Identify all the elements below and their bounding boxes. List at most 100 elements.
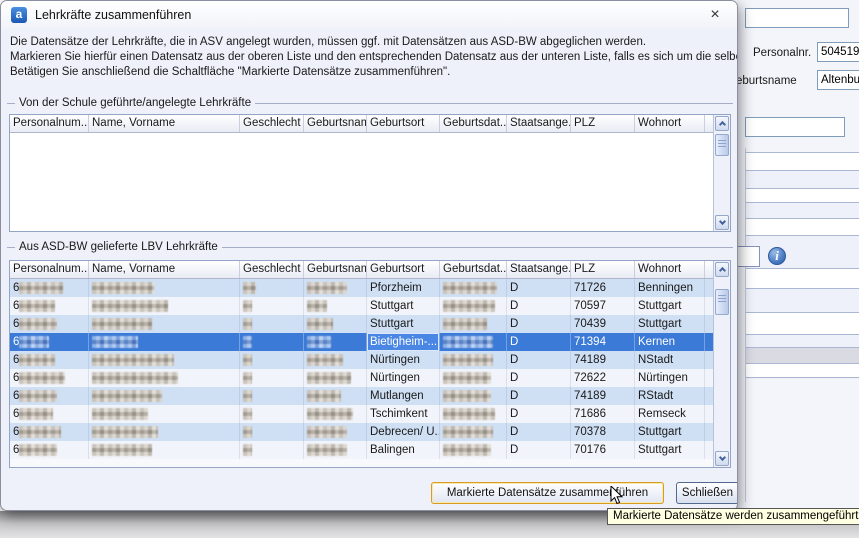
table-cell[interactable]: 71394: [571, 333, 635, 351]
table-cell[interactable]: [440, 441, 507, 459]
table-cell[interactable]: [240, 405, 304, 423]
background-text-field[interactable]: [745, 8, 849, 28]
table-cell[interactable]: 72622: [571, 369, 635, 387]
table-cell[interactable]: [440, 351, 507, 369]
table-cell[interactable]: Tschimkent: [367, 405, 440, 423]
table-cell[interactable]: 71726: [571, 279, 635, 297]
table-cell[interactable]: 6: [10, 333, 89, 351]
merge-records-button[interactable]: Markierte Datensätze zusammenführen: [431, 482, 664, 504]
column-header[interactable]: Geburtsname: [304, 115, 367, 132]
table-cell[interactable]: Stuttgart: [367, 297, 440, 315]
table-cell[interactable]: [89, 387, 240, 405]
table-cell[interactable]: Hanebüchen: [367, 133, 440, 151]
table-cell[interactable]: Debrecen/ U...: [367, 423, 440, 441]
table-cell[interactable]: Balingen: [367, 441, 440, 459]
background-text-field[interactable]: [745, 117, 845, 137]
table-row[interactable]: 6Debrecen/ U...D70378Stuttgart: [10, 423, 715, 441]
table-cell[interactable]: 6: [10, 387, 89, 405]
table-cell[interactable]: Kernen: [635, 333, 705, 351]
table-cell[interactable]: [440, 297, 507, 315]
table-cell[interactable]: NStadt: [635, 351, 705, 369]
scrollbar-thumb[interactable]: [715, 289, 729, 315]
table-cell[interactable]: Nürtingen: [635, 369, 705, 387]
table-cell[interactable]: [89, 441, 240, 459]
table-cell[interactable]: [89, 351, 240, 369]
table-cell[interactable]: [304, 387, 367, 405]
personalnr-field[interactable]: [817, 42, 859, 62]
table-cell[interactable]: [304, 423, 367, 441]
table-cell[interactable]: [240, 333, 304, 351]
table-cell[interactable]: D: [507, 133, 571, 151]
table-cell[interactable]: 6: [10, 369, 89, 387]
table-cell[interactable]: Nürtingen: [367, 369, 440, 387]
table-cell[interactable]: Stuttgart: [635, 423, 705, 441]
table-cell[interactable]: 71686: [571, 405, 635, 423]
table-cell[interactable]: Stuttgart: [635, 441, 705, 459]
table-cell[interactable]: [89, 369, 240, 387]
table-cell[interactable]: [240, 369, 304, 387]
table-cell[interactable]: [240, 387, 304, 405]
scroll-down-icon[interactable]: [715, 451, 729, 466]
table-cell[interactable]: Stuttgart: [635, 297, 705, 315]
column-header[interactable]: PLZ: [571, 115, 635, 132]
table-cell[interactable]: Pforzheim: [367, 279, 440, 297]
table-cell[interactable]: 70597: [571, 297, 635, 315]
table-cell[interactable]: Nürtingen: [367, 351, 440, 369]
table-cell[interactable]: M: [240, 133, 304, 151]
table-cell[interactable]: D: [507, 441, 571, 459]
table-cell[interactable]: 70378: [571, 423, 635, 441]
table-cell[interactable]: 6: [10, 405, 89, 423]
close-icon[interactable]: ×: [705, 5, 725, 25]
table-cell[interactable]: [571, 133, 635, 151]
column-header[interactable]: Staatsange...: [507, 115, 571, 132]
column-header[interactable]: Wohnort: [635, 261, 705, 278]
table-cell[interactable]: [304, 297, 367, 315]
table-row[interactable]: SLBV, SiggiMHanebüchen01.04.2000D: [10, 133, 715, 151]
table-row[interactable]: 6PforzheimD71726Benningen: [10, 279, 715, 297]
table-cell[interactable]: 01.04.2000: [440, 133, 507, 151]
table-cell[interactable]: RStadt: [635, 387, 705, 405]
table-row[interactable]: 6BalingenD70176Stuttgart: [10, 441, 715, 459]
column-header[interactable]: Name, Vorname: [89, 261, 240, 278]
table-cell[interactable]: 6: [10, 279, 89, 297]
scroll-up-icon[interactable]: [715, 116, 729, 131]
column-header[interactable]: Staatsange...: [507, 261, 571, 278]
table-cell[interactable]: 74189: [571, 351, 635, 369]
table-cell[interactable]: 70176: [571, 441, 635, 459]
scrollbar-thumb[interactable]: [715, 134, 729, 156]
dialog-titlebar[interactable]: a Lehrkräfte zusammenführen ×: [1, 1, 737, 29]
table-cell[interactable]: D: [507, 369, 571, 387]
scroll-down-icon[interactable]: [715, 215, 729, 230]
table-cell[interactable]: [89, 333, 240, 351]
table-cell[interactable]: [440, 387, 507, 405]
table-cell[interactable]: [304, 441, 367, 459]
table-row[interactable]: 6NürtingenD74189NStadt: [10, 351, 715, 369]
vertical-scrollbar[interactable]: [713, 261, 730, 467]
table-cell[interactable]: [304, 279, 367, 297]
table-cell[interactable]: [89, 297, 240, 315]
table-cell[interactable]: [304, 333, 367, 351]
table-cell[interactable]: [240, 297, 304, 315]
table-cell[interactable]: [440, 279, 507, 297]
table-cell[interactable]: D: [507, 333, 571, 351]
column-header[interactable]: Geburtsdat...: [440, 115, 507, 132]
column-header[interactable]: Geburtsort: [367, 261, 440, 278]
table-cell[interactable]: [89, 423, 240, 441]
table-cell[interactable]: [304, 315, 367, 333]
table-cell[interactable]: Stuttgart: [367, 315, 440, 333]
scroll-up-icon[interactable]: [715, 262, 729, 277]
column-header[interactable]: PLZ: [571, 261, 635, 278]
table-cell[interactable]: 6: [10, 297, 89, 315]
table-row[interactable]: 6TschimkentD71686Remseck: [10, 405, 715, 423]
column-header[interactable]: Geburtsdat...: [440, 261, 507, 278]
table-cell[interactable]: [635, 133, 705, 151]
table-row[interactable]: 6StuttgartD70597Stuttgart: [10, 297, 715, 315]
table-cell[interactable]: [10, 133, 89, 151]
table-cell[interactable]: [440, 369, 507, 387]
column-header[interactable]: Geburtsname: [304, 261, 367, 278]
column-header[interactable]: Geburtsort: [367, 115, 440, 132]
table-row[interactable]: 6Bietigheim-...D71394Kernen: [10, 333, 715, 351]
table-cell[interactable]: [440, 405, 507, 423]
column-header[interactable]: Name, Vorname: [89, 115, 240, 132]
table-cell[interactable]: D: [507, 315, 571, 333]
